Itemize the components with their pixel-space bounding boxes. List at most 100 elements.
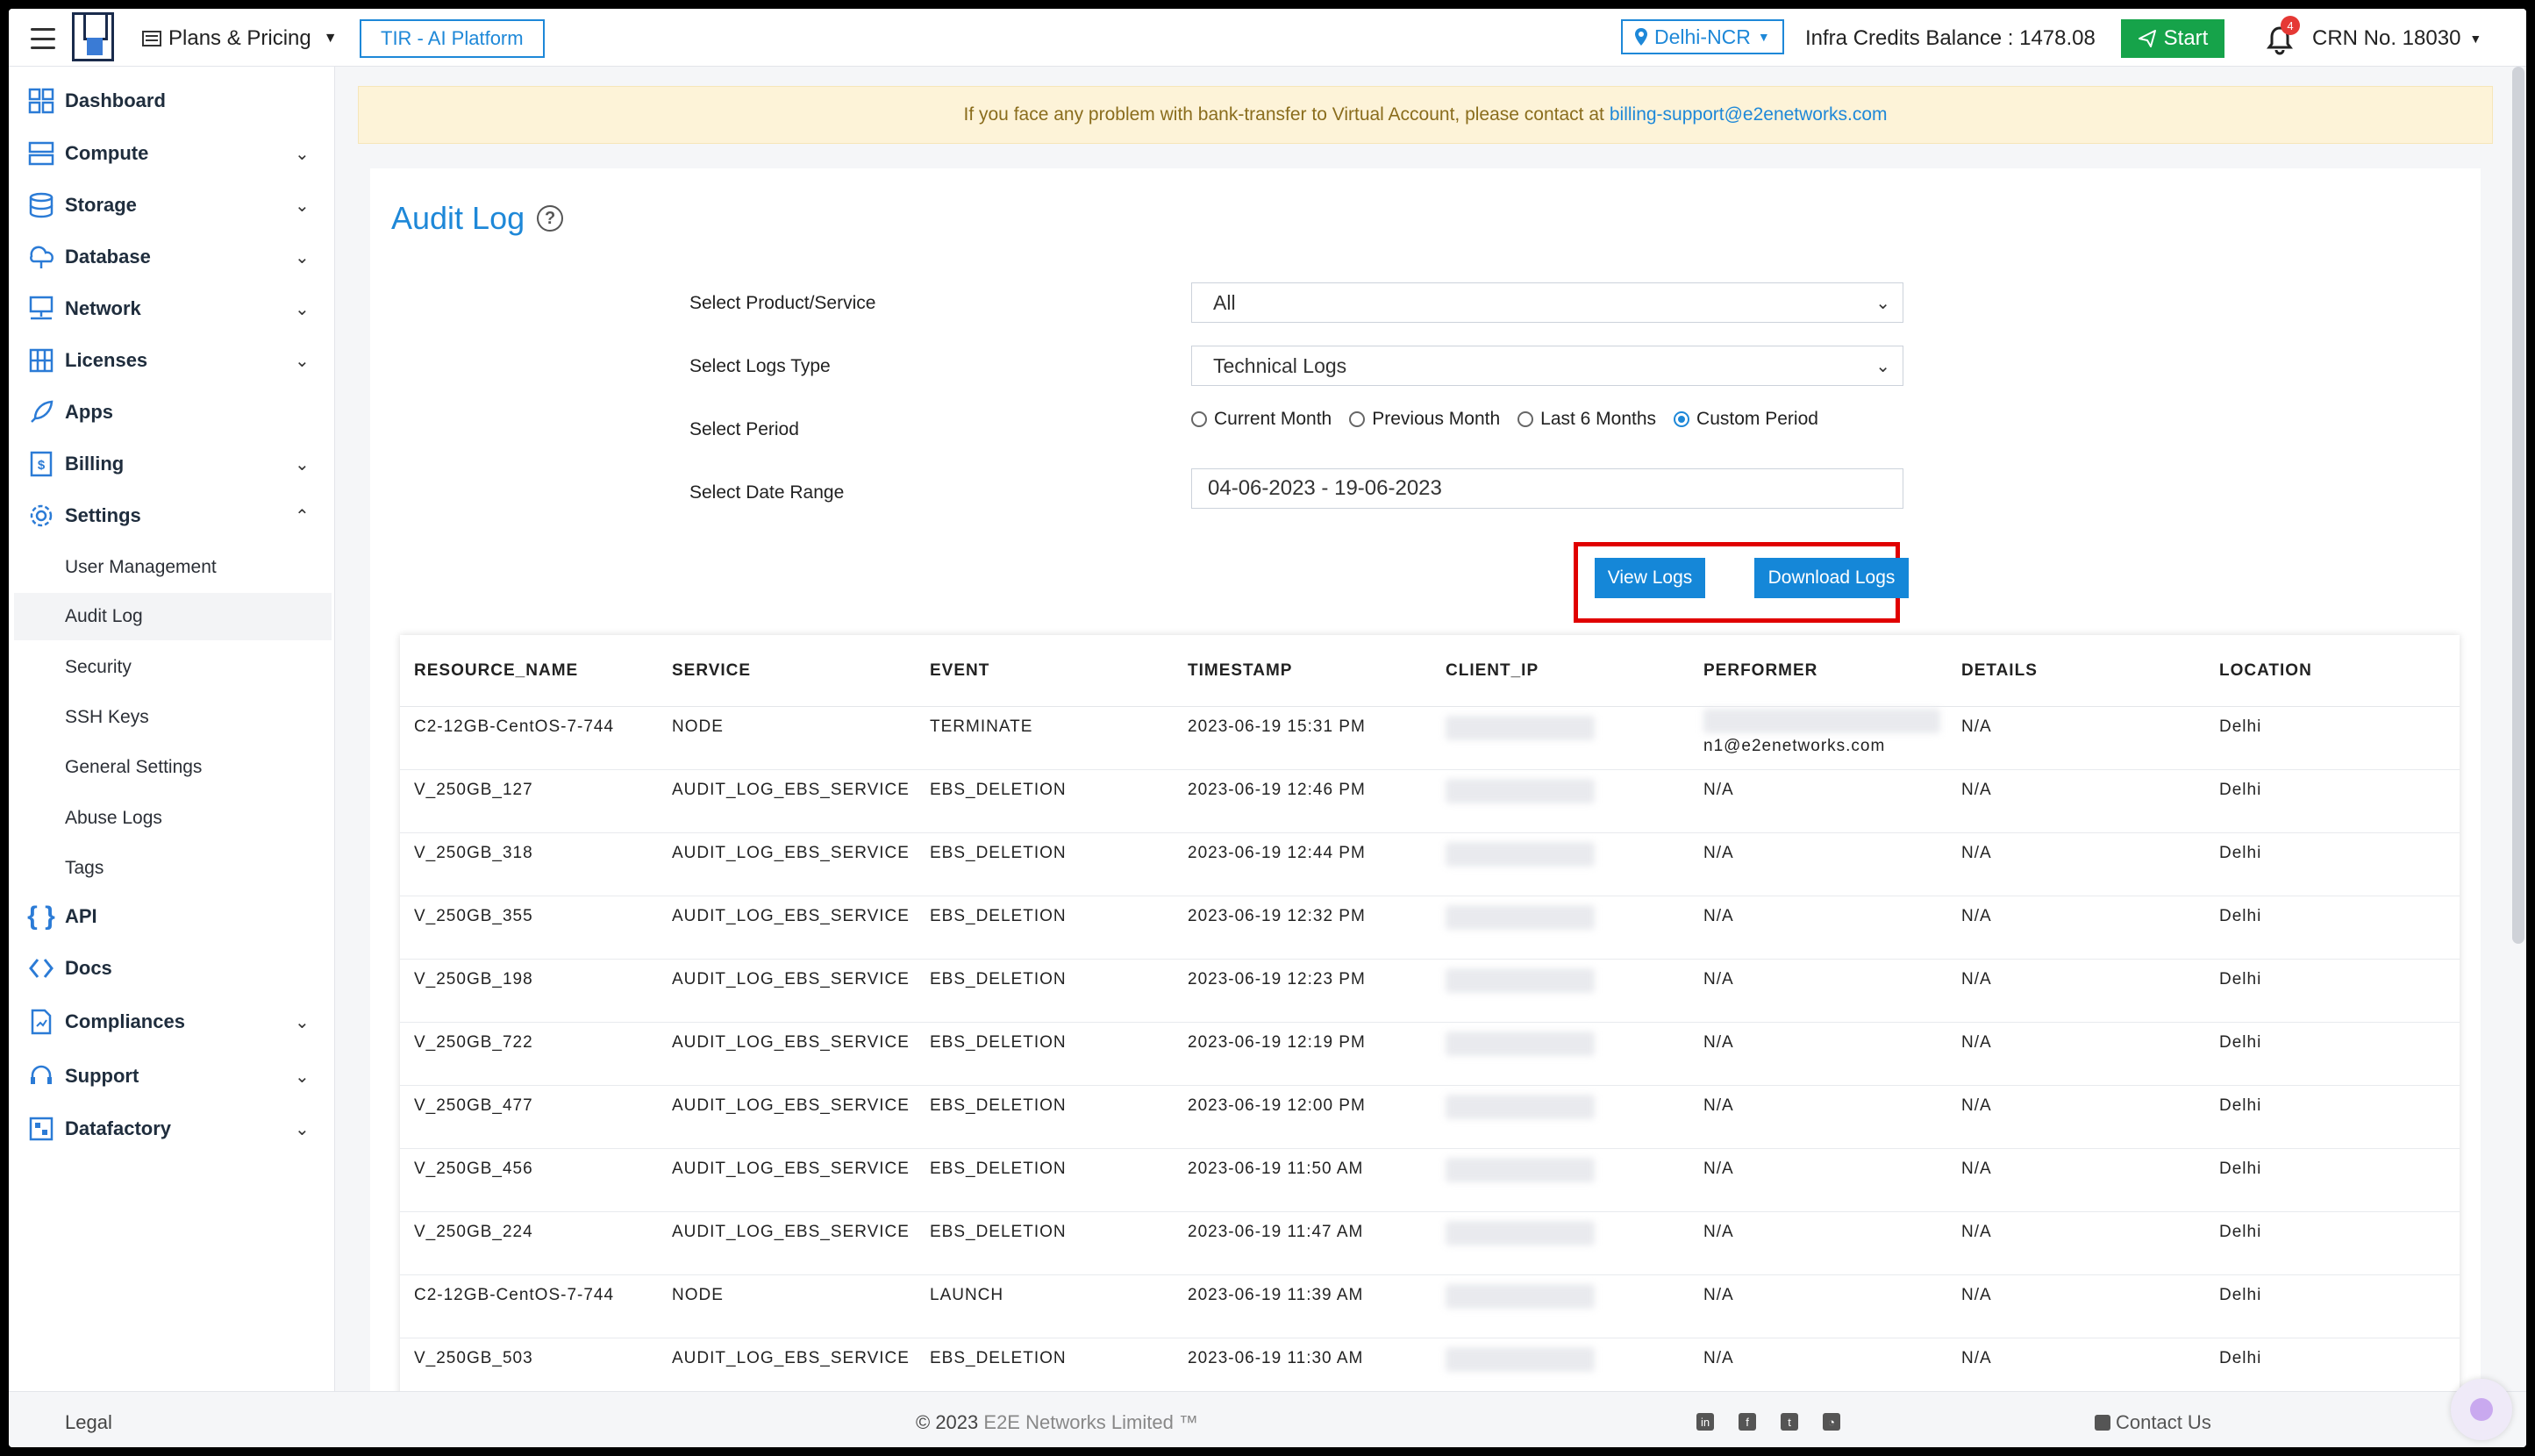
table-cell-location: Delhi	[2219, 844, 2262, 862]
client-ip-redacted	[1446, 716, 1595, 740]
table-cell-event: LAUNCH	[930, 1286, 1004, 1304]
sidebar-item-support[interactable]: Support ⌄	[9, 1054, 335, 1098]
sidebar-item-dashboard[interactable]: Dashboard	[9, 79, 335, 123]
client-ip-redacted	[1446, 1158, 1595, 1182]
sidebar-subitem-ssh-keys[interactable]: SSH Keys	[14, 694, 332, 741]
sidebar-item-label: Network	[65, 297, 141, 319]
sidebar-item-compute[interactable]: Compute ⌄	[9, 132, 335, 175]
table-cell-resource: V_250GB_224	[414, 1223, 533, 1241]
table-row[interactable]: V_250GB_722 AUDIT_LOG_EBS_SERVICE EBS_DELE…	[400, 1023, 2460, 1086]
period-option-custom-period[interactable]: Custom Period	[1674, 409, 1818, 430]
table-row[interactable]: V_250GB_355 AUDIT_LOG_EBS_SERVICE EBS_DELE…	[400, 896, 2460, 960]
sidebar-subitem-audit-log[interactable]: Audit Log	[14, 593, 332, 640]
copyright: © 2023 E2E Networks Limited ™	[916, 1411, 1198, 1434]
help-icon[interactable]: ?	[537, 205, 564, 232]
sidebar-item-datafactory[interactable]: Datafactory ⌄	[9, 1107, 335, 1151]
sidebar-item-licenses[interactable]: Licenses ⌄	[9, 339, 335, 382]
table-cell-event: EBS_DELETION	[930, 844, 1067, 862]
table-cell-timestamp: 2023-06-19 11:50 AM	[1188, 1160, 1364, 1178]
start-button[interactable]: Start	[2121, 19, 2224, 58]
table-cell-service: AUDIT_LOG_EBS_SERVICE	[672, 844, 910, 862]
period-option-label: Last 6 Months	[1540, 409, 1657, 429]
alert-text: If you face any problem with bank-transf…	[963, 104, 1604, 125]
sidebar-item-compliances[interactable]: Compliances ⌄	[9, 1000, 335, 1044]
date-range-input[interactable]: 04-06-2023 - 19-06-2023	[1191, 468, 1903, 509]
table-row[interactable]: V_250GB_224 AUDIT_LOG_EBS_SERVICE EBS_DELE…	[400, 1212, 2460, 1275]
facebook-icon[interactable]: f	[1739, 1413, 1756, 1431]
twitter-icon[interactable]: t	[1781, 1413, 1798, 1431]
radio-icon	[1517, 411, 1534, 427]
period-option-last-6-months[interactable]: Last 6 Months	[1517, 409, 1656, 430]
date-range-value: 04-06-2023 - 19-06-2023	[1208, 476, 1442, 500]
crn-account-menu[interactable]: CRN No. 18030 ▼	[2312, 26, 2481, 51]
region-selector[interactable]: Delhi-NCR ▼	[1621, 19, 1784, 54]
sidebar-subitem-general-settings[interactable]: General Settings	[14, 744, 332, 791]
table-row[interactable]: V_250GB_456 AUDIT_LOG_EBS_SERVICE EBS_DELE…	[400, 1149, 2460, 1212]
e2e-logo[interactable]	[72, 12, 114, 61]
sidebar-item-label: Storage	[65, 194, 137, 216]
table-cell-details: N/A	[1961, 1349, 1992, 1367]
sidebar-item-network[interactable]: Network ⌄	[9, 287, 335, 331]
sidebar-item-apps[interactable]: Apps	[9, 390, 335, 434]
sidebar-item-label: Docs	[65, 957, 112, 979]
table-row[interactable]: C2-12GB-CentOS-7-744 NODE LAUNCH 2023-06-19…	[400, 1275, 2460, 1338]
table-cell-location: Delhi	[2219, 781, 2262, 799]
code-icon	[26, 953, 56, 983]
sidebar-subitem-label: Security	[65, 657, 132, 677]
billing-support-link[interactable]: billing-support@e2enetworks.com	[1610, 104, 1888, 125]
table-cell-performer: N/A	[1703, 781, 1734, 799]
sidebar-subitem-tags[interactable]: Tags	[14, 845, 332, 892]
chevron-down-icon: ⌄	[295, 1067, 310, 1087]
notification-badge: 4	[2281, 16, 2300, 35]
table-row[interactable]: V_250GB_198 AUDIT_LOG_EBS_SERVICE EBS_DELE…	[400, 960, 2460, 1023]
notifications-bell-icon[interactable]: 4	[2265, 16, 2300, 56]
plans-pricing-label: Plans & Pricing	[168, 26, 311, 50]
support-icon	[26, 1061, 56, 1091]
logs-type-select[interactable]: Technical Logs ⌄	[1191, 346, 1903, 386]
performer-redacted	[1703, 709, 1940, 733]
product-service-select[interactable]: All ⌄	[1191, 282, 1903, 323]
compute-icon	[26, 139, 56, 168]
network-icon	[26, 294, 56, 324]
table-cell-details: N/A	[1961, 781, 1992, 799]
rss-icon[interactable]: ◔	[1823, 1413, 1840, 1431]
period-option-current-month[interactable]: Current Month	[1191, 409, 1332, 430]
table-row[interactable]: V_250GB_318 AUDIT_LOG_EBS_SERVICE EBS_DELE…	[400, 833, 2460, 896]
contact-us-link[interactable]: Contact Us	[2095, 1411, 2211, 1434]
sidebar-item-database[interactable]: Database ⌄	[9, 235, 335, 279]
sidebar-item-billing[interactable]: $ Billing ⌄	[9, 442, 335, 486]
chat-widget-icon[interactable]	[2451, 1379, 2512, 1440]
chevron-down-icon: ⌄	[295, 196, 310, 216]
plans-pricing-menu[interactable]: Plans & Pricing ▼	[142, 26, 338, 51]
table-cell-performer: N/A	[1703, 1096, 1734, 1115]
dashboard-icon	[26, 86, 56, 116]
sidebar-item-api[interactable]: { } API	[9, 895, 335, 939]
app-window: Plans & Pricing ▼ TIR - AI Platform Delh…	[9, 9, 2526, 1447]
document-icon	[26, 1007, 56, 1037]
sidebar-item-docs[interactable]: Docs	[9, 946, 335, 990]
date-range-label: Select Date Range	[689, 482, 845, 503]
sidebar-subitem-user-management[interactable]: User Management	[14, 544, 332, 591]
table-row[interactable]: C2-12GB-CentOS-7-744 NODE TERMINATE 2023-06…	[400, 707, 2460, 770]
sidebar-item-settings[interactable]: Settings ⌃	[9, 494, 335, 538]
download-logs-button[interactable]: Download Logs	[1754, 558, 1909, 598]
client-ip-redacted	[1446, 1347, 1595, 1372]
hamburger-menu-icon[interactable]	[30, 28, 56, 49]
sidebar-subitem-security[interactable]: Security	[14, 644, 332, 691]
copyright-brand[interactable]: E2E Networks Limited ™	[983, 1411, 1198, 1433]
table-row[interactable]: V_250GB_477 AUDIT_LOG_EBS_SERVICE EBS_DELE…	[400, 1086, 2460, 1149]
period-option-previous-month[interactable]: Previous Month	[1349, 409, 1500, 430]
table-row[interactable]: V_250GB_127 AUDIT_LOG_EBS_SERVICE EBS_DELE…	[400, 770, 2460, 833]
sidebar-item-label: Billing	[65, 453, 125, 475]
view-logs-button[interactable]: View Logs	[1595, 558, 1705, 598]
table-cell-event: EBS_DELETION	[930, 1033, 1067, 1052]
table-cell-performer: N/A	[1703, 907, 1734, 925]
linkedin-icon[interactable]: in	[1696, 1413, 1714, 1431]
table-cell-event: EBS_DELETION	[930, 781, 1067, 799]
sidebar-subitem-abuse-logs[interactable]: Abuse Logs	[14, 795, 332, 842]
sidebar-item-storage[interactable]: Storage ⌄	[9, 183, 335, 227]
page-scrollbar[interactable]	[2512, 67, 2524, 944]
tir-platform-button[interactable]: TIR - AI Platform	[360, 19, 545, 58]
legal-link[interactable]: Legal	[65, 1411, 112, 1434]
table-cell-location: Delhi	[2219, 1096, 2262, 1115]
